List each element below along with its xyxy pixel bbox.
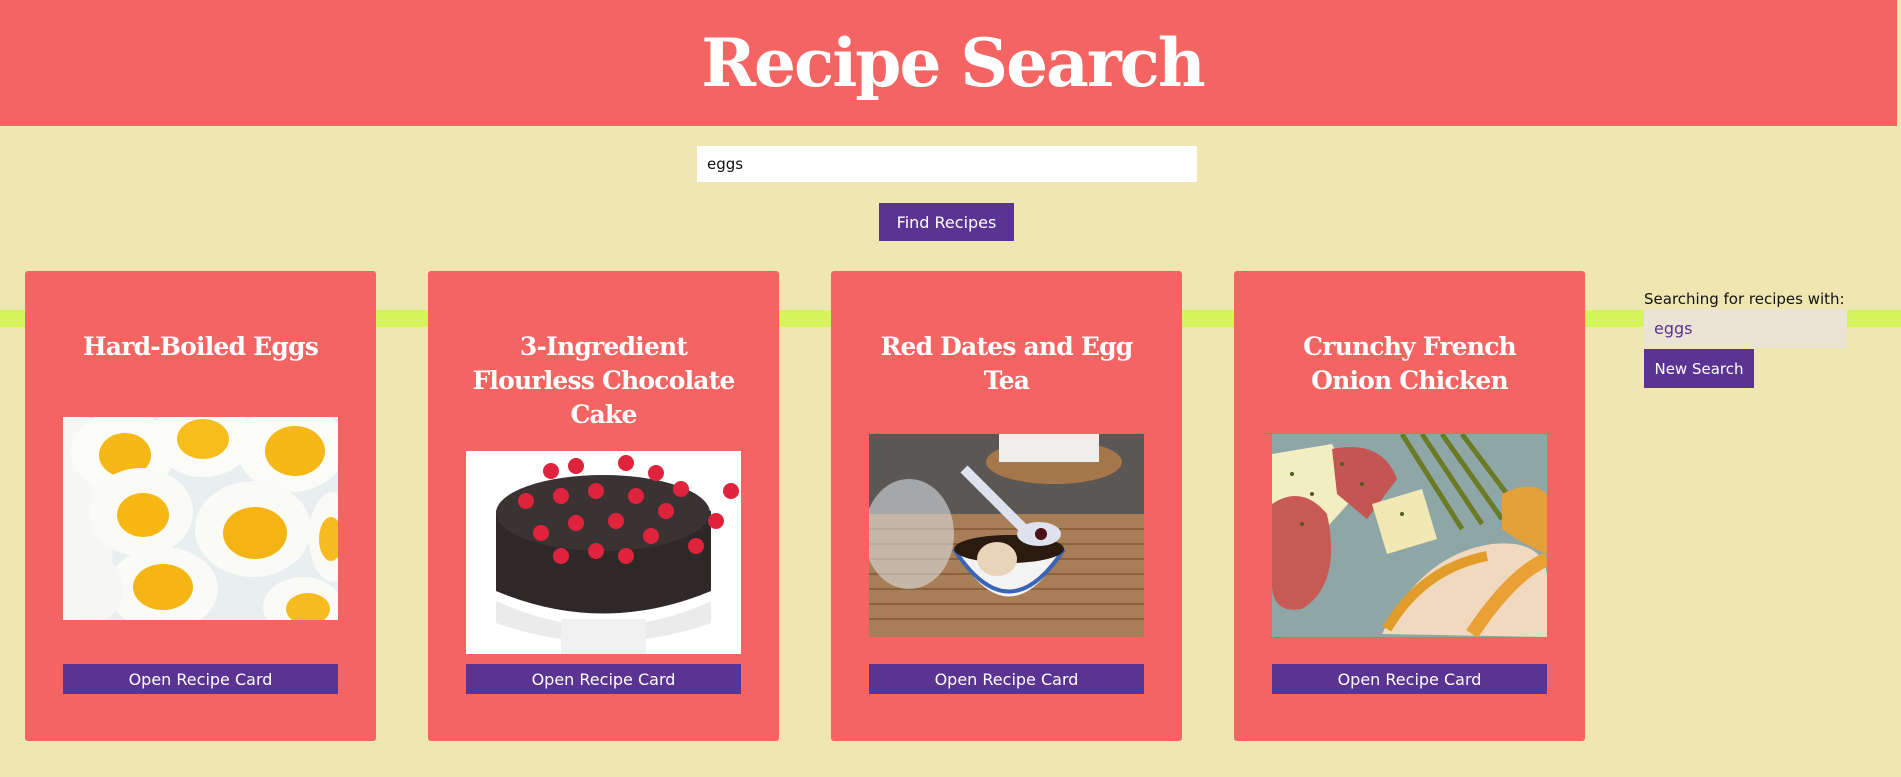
search-summary-panel: Searching for recipes with: eggs New Sea… [1644, 290, 1864, 388]
recipe-image [466, 451, 741, 654]
recipe-title: Hard-Boiled Eggs [82, 332, 319, 361]
recipe-card: Hard-Boiled Eggs Open Recipe Card [25, 271, 376, 741]
recipe-title: Red Dates and Egg Tea [880, 332, 1134, 395]
open-recipe-card-button[interactable]: Open Recipe Card [466, 664, 741, 694]
search-term-display: eggs [1644, 309, 1847, 348]
open-recipe-card-button[interactable]: Open Recipe Card [1272, 664, 1547, 694]
recipe-card: 3-Ingredient Flourless Chocolate Cake Op… [428, 271, 779, 741]
open-recipe-card-button[interactable]: Open Recipe Card [63, 664, 338, 694]
open-recipe-card-button[interactable]: Open Recipe Card [869, 664, 1144, 694]
find-recipes-button[interactable]: Find Recipes [879, 203, 1014, 241]
recipe-title: Crunchy French Onion Chicken [1303, 332, 1517, 395]
recipe-card: Crunchy French Onion Chicken Open Recipe… [1234, 271, 1585, 741]
recipe-image [63, 417, 338, 620]
recipe-image [869, 434, 1144, 637]
page-title: Recipe Search [701, 24, 1206, 102]
recipe-image [1272, 434, 1547, 637]
header-bar: Recipe Search [0, 0, 1897, 126]
recipe-card: Red Dates and Egg Tea Open Recipe Card [831, 271, 1182, 741]
search-input[interactable] [697, 146, 1197, 182]
recipe-title: 3-Ingredient Flourless Chocolate Cake [472, 332, 735, 429]
new-search-button[interactable]: New Search [1644, 349, 1754, 388]
